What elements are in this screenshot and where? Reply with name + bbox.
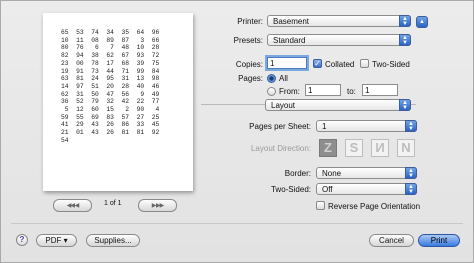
two-sided-label: Two-Sided [372,60,410,69]
preview-text: 65 53 74 34 35 64 96 10 11 08 89 87 3 66… [61,29,160,144]
pages-per-sheet-popup[interactable]: 1 ▲ ▼ [316,120,417,132]
triangle-up-icon: ▲ [419,19,425,25]
collated-label: Collated [325,60,355,69]
two-sided-checkbox[interactable] [360,59,369,68]
first-prev-page-button[interactable]: ◀◀ ◀ [53,199,92,212]
presets-value: Standard [273,36,306,45]
direction-n-button[interactable]: N [397,139,415,157]
layout-two-sided-popup[interactable]: Off ▲ ▼ [316,183,417,195]
direction-z-button[interactable]: Z [319,139,337,157]
layout-two-sided-label: Two-Sided: [270,185,311,194]
pages-per-sheet-label: Pages per Sheet: [249,122,311,131]
page-indicator: 1 of 1 [104,200,122,207]
print-button[interactable]: Print [418,234,460,247]
printer-popup[interactable]: Basement ▲ ▼ [267,15,411,27]
popup-arrows-icon: ▲ ▼ [399,34,411,46]
border-label: Border: [284,169,311,178]
pdf-menu-button[interactable]: PDF ▾ [36,234,77,247]
supplies-button[interactable]: Supplies... [86,234,140,247]
direction-s-button[interactable]: S [345,139,363,157]
pages-to-label: to: [347,87,356,96]
border-popup[interactable]: None ▲ ▼ [316,167,417,179]
panel-popup[interactable]: Layout ▲ ▼ [265,99,411,111]
pages-label: Pages: [238,74,263,83]
collated-checkbox[interactable]: ✓ [313,59,322,68]
reverse-orientation-label: Reverse Page Orientation [328,202,421,211]
printer-value: Basement [273,17,310,26]
copies-field[interactable]: 1 [267,57,307,69]
details-disclosure-button[interactable]: ▲ [416,16,428,28]
pages-per-sheet-value: 1 [322,122,327,131]
pages-to-field[interactable]: 1 [362,84,398,96]
print-dialog: 65 53 74 34 35 64 96 10 11 08 89 87 3 66… [0,0,474,263]
pages-all-radio[interactable] [267,74,276,83]
pages-from-radio[interactable] [267,87,276,96]
pages-from-label: From: [279,87,300,96]
copies-label: Copies: [235,60,263,69]
reverse-orientation-checkbox[interactable] [316,201,325,210]
layout-two-sided-value: Off [322,185,333,194]
popup-arrows-icon: ▲ ▼ [399,15,411,27]
layout-direction-label: Layout Direction: [250,144,311,153]
presets-popup[interactable]: Standard ▲ ▼ [267,34,411,46]
popup-arrows-icon: ▲ ▼ [405,183,417,195]
print-preview-page: 65 53 74 34 35 64 96 10 11 08 89 87 3 66… [43,13,193,191]
question-mark-icon: ? [19,235,25,244]
pages-from-field[interactable]: 1 [305,84,341,96]
presets-label: Presets: [233,36,263,45]
bottom-divider [11,223,463,224]
help-button[interactable]: ? [16,234,28,246]
popup-arrows-icon: ▲ ▼ [405,120,417,132]
border-value: None [322,169,342,178]
direction-reverse-n-button[interactable]: И [371,139,389,157]
next-last-page-button[interactable]: ▶ ▶▶ [138,199,177,212]
panel-popup-value: Layout [271,101,296,110]
pages-all-label: All [279,74,288,83]
cancel-button[interactable]: Cancel [369,234,414,247]
popup-arrows-icon: ▲ ▼ [405,167,417,179]
popup-arrows-icon: ▲ ▼ [399,99,411,111]
printer-label: Printer: [237,17,263,26]
